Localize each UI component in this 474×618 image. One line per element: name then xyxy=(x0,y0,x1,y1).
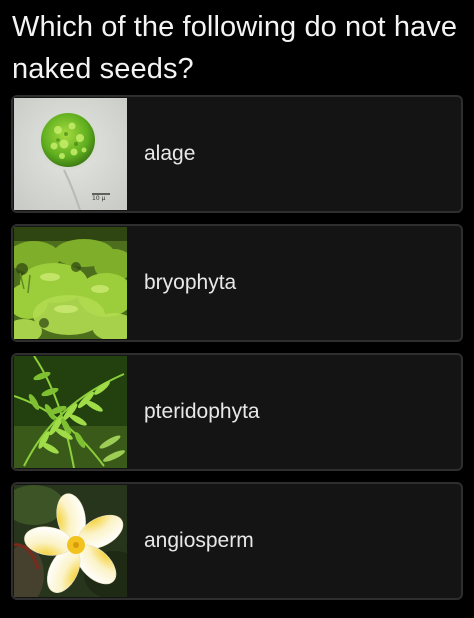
option-label: angiosperm xyxy=(144,529,254,552)
options-list: 10 µ alage bryophyta pteridophyta angios… xyxy=(11,95,463,611)
algae-cell-image: 10 µ xyxy=(14,98,127,210)
option-bryophyta[interactable]: bryophyta xyxy=(11,224,463,342)
option-alage[interactable]: 10 µ alage xyxy=(11,95,463,213)
flower-image xyxy=(14,485,127,597)
option-label: bryophyta xyxy=(144,271,237,294)
scale-bar-label: 10 µ xyxy=(92,195,106,202)
question-text: Which of the following do not have naked… xyxy=(12,11,458,85)
option-label: pteridophyta xyxy=(144,400,260,423)
option-angiosperm[interactable]: angiosperm xyxy=(11,482,463,600)
option-pteridophyta[interactable]: pteridophyta xyxy=(11,353,463,471)
moss-image xyxy=(14,227,127,339)
fern-image xyxy=(14,356,127,468)
option-label: alage xyxy=(144,142,196,165)
